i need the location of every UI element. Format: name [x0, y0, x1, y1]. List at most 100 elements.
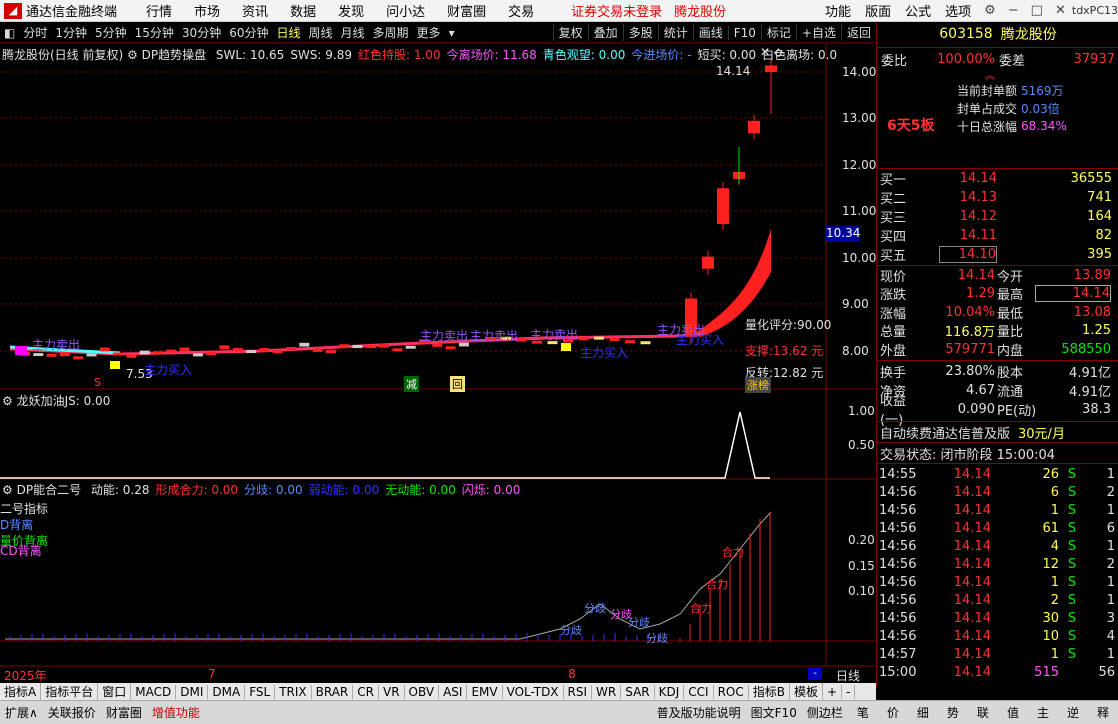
candle — [640, 341, 651, 345]
menu-hangqing[interactable]: 行情 — [135, 1, 183, 20]
indicator-tab[interactable]: OBV — [405, 684, 440, 699]
status-right-item[interactable]: 逆 — [1058, 704, 1088, 721]
indicator-tab[interactable]: 指标B — [749, 683, 790, 700]
settings-icon[interactable]: ⚙ — [2, 483, 13, 497]
status-left-item[interactable]: 财富圈 — [101, 704, 147, 721]
settings-icon[interactable]: ⚙ — [978, 3, 1002, 18]
indicator-tab[interactable]: ASI — [439, 684, 468, 699]
bid-row[interactable]: 买一 14.14 36555 — [877, 169, 1118, 188]
tick-list[interactable]: 14:55 14.14 26 S 1 14:56 14.14 6 S 2 14:56 14.14 1 S 1… — [877, 465, 1118, 683]
status-right-item[interactable]: 值 — [998, 704, 1028, 721]
status-right-item[interactable]: 释 — [1088, 704, 1118, 721]
btn-zixuan[interactable]: +自选 — [795, 24, 841, 41]
chevron-down-icon[interactable]: ▾ — [445, 26, 459, 40]
indicator-tab[interactable]: MACD — [131, 684, 177, 699]
status-right-item[interactable]: 联 — [968, 704, 998, 721]
indicator-tab[interactable]: BRAR — [312, 684, 354, 699]
bid-row[interactable]: 买二 14.13 741 — [877, 188, 1118, 207]
indicator-tab[interactable]: SAR — [621, 684, 655, 699]
btn-fanhui[interactable]: 返回 — [840, 24, 876, 41]
indicator-tab[interactable]: DMA — [208, 684, 246, 699]
login-warning[interactable]: 证券交易未登录 — [565, 1, 668, 20]
status-right-item[interactable]: 主 — [1028, 704, 1058, 721]
main-chart-tools[interactable]: ✕ ◇ — [760, 45, 783, 59]
indicator-tab[interactable]: VR — [379, 684, 405, 699]
bid-row[interactable]: 买四 14.11 82 — [877, 226, 1118, 245]
menu-gongneng[interactable]: 功能 — [818, 1, 858, 20]
indicator-tab[interactable]: CR — [353, 684, 379, 699]
chart-area[interactable]: 腾龙股份(日线 前复权) ⚙ DP趋势操盘 SWL: 10.65 SWS: 9.8… — [0, 44, 876, 683]
period-15min[interactable]: 15分钟 — [131, 24, 178, 41]
period-fenshi[interactable]: 分时 — [19, 24, 51, 41]
indicator-tab[interactable]: TRIX — [275, 684, 312, 699]
period-60min[interactable]: 60分钟 — [225, 24, 272, 41]
indicator-tab[interactable]: CCI — [684, 684, 714, 699]
status-right-item[interactable]: 价 — [878, 704, 908, 721]
indicator-tab[interactable]: ROC — [714, 684, 749, 699]
indicator-tab[interactable]: DMI — [176, 684, 209, 699]
period-30min[interactable]: 30分钟 — [178, 24, 225, 41]
close-icon[interactable]: ✕ — [1049, 3, 1072, 18]
period-5min[interactable]: 5分钟 — [91, 24, 131, 41]
ad-price[interactable]: 30元/月 — [1010, 423, 1065, 442]
status-right-item[interactable]: 细 — [908, 704, 938, 721]
btn-tongji[interactable]: 统计 — [657, 24, 693, 41]
ad-text[interactable]: 自动续费通达信普及版 — [877, 423, 1010, 442]
period-monthly[interactable]: 月线 — [337, 24, 369, 41]
menu-caifuquan[interactable]: 财富圈 — [436, 1, 497, 20]
menu-zixun[interactable]: 资讯 — [231, 1, 279, 20]
settings-icon[interactable]: ⚙ — [2, 394, 13, 408]
btn-biaoji[interactable]: 标记 — [760, 24, 796, 41]
indicator-tab[interactable]: EMV — [467, 684, 503, 699]
status-right-item[interactable]: 侧边栏 — [802, 704, 848, 721]
period-1min[interactable]: 1分钟 — [51, 24, 91, 41]
minimize-icon[interactable]: − — [1002, 3, 1025, 18]
indicator-tab[interactable]: + — [823, 684, 843, 699]
menu-wenxiaoda[interactable]: 问小达 — [375, 1, 436, 20]
indicator-tab[interactable]: 指标平台 — [41, 683, 99, 700]
indicator-tab[interactable]: 模板 — [790, 683, 823, 700]
menu-gongshi[interactable]: 公式 — [898, 1, 938, 20]
status-left-item[interactable]: 关联报价 — [43, 704, 101, 721]
indicator-tab[interactable]: RSI — [564, 684, 593, 699]
ad-row[interactable]: 自动续费通达信普及版 30元/月 — [877, 423, 1118, 442]
status-right-item[interactable]: 笔 — [848, 704, 878, 721]
period-more[interactable]: 更多 — [413, 24, 445, 41]
bid-row[interactable]: 买三 14.12 164 — [877, 207, 1118, 226]
menu-faxian[interactable]: 发现 — [327, 1, 375, 20]
indicator-tab[interactable]: FSL — [245, 684, 276, 699]
menu-shichang[interactable]: 市场 — [183, 1, 231, 20]
indicator-tab[interactable]: - — [842, 684, 856, 699]
status-right-item[interactable]: 普及版功能说明 — [652, 704, 746, 721]
price-tick: 8.00 — [842, 344, 869, 358]
indicator-tab[interactable]: WR — [592, 684, 622, 699]
btn-diejia[interactable]: 叠加 — [587, 24, 623, 41]
btn-duogu[interactable]: 多股 — [622, 24, 658, 41]
settings-icon[interactable]: ⚙ — [127, 48, 138, 62]
period-daily[interactable]: 日线 — [272, 24, 304, 41]
menu-xuanxiang[interactable]: 选项 — [938, 1, 978, 20]
square-icon[interactable]: ◧ — [0, 26, 19, 40]
btn-f10[interactable]: F10 — [727, 25, 761, 40]
status-left-item[interactable]: 增值功能 — [147, 704, 205, 721]
indicator-tab[interactable]: VOL-TDX — [503, 684, 564, 699]
status-right-item[interactable]: 势 — [938, 704, 968, 721]
status-right-item[interactable]: 图文F10 — [746, 704, 802, 721]
menu-banmian[interactable]: 版面 — [858, 1, 898, 20]
bid-row[interactable]: 买五 14.10 395 — [877, 245, 1118, 264]
status-left-item[interactable]: 扩展∧ — [0, 704, 43, 721]
period-multi[interactable]: 多周期 — [369, 24, 413, 41]
menu-jiaoyi[interactable]: 交易 — [497, 1, 545, 20]
indicator-tab[interactable]: 窗口 — [98, 683, 132, 700]
indicator-name[interactable]: DP趋势操盘 — [142, 48, 206, 62]
chevron-up-icon[interactable]: ︽ — [985, 67, 995, 82]
axis-scroll-button[interactable]: - — [808, 668, 822, 680]
maximize-icon[interactable]: □ — [1025, 3, 1049, 18]
btn-fuquan[interactable]: 复权 — [552, 24, 588, 41]
indicator-tab[interactable]: KDJ — [655, 684, 685, 699]
tick-time: 14:57 — [879, 646, 917, 662]
indicator-tab[interactable]: 指标A — [0, 683, 42, 700]
menu-shuju[interactable]: 数据 — [279, 1, 327, 20]
period-weekly[interactable]: 周线 — [305, 24, 337, 41]
btn-huaxian[interactable]: 画线 — [692, 24, 728, 41]
